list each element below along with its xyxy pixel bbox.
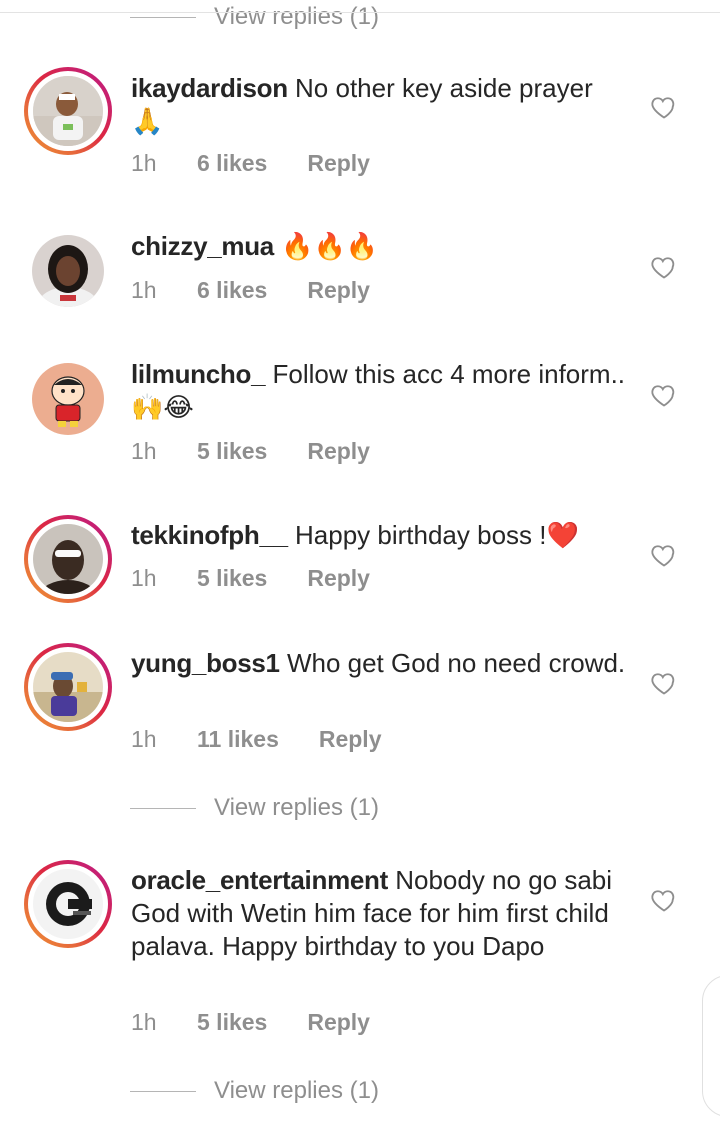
comment-time: 1h (131, 150, 157, 176)
comment-text: 🔥🔥🔥 (281, 232, 379, 262)
comment-time: 1h (131, 438, 157, 464)
comment-likes[interactable]: 6 likes (197, 277, 267, 304)
comment-time: 1h (131, 277, 157, 303)
view-replies-label[interactable]: View replies (1) (214, 1077, 379, 1105)
heart-outline-icon[interactable] (650, 381, 678, 409)
comment-meta: 1h 5 likes Reply (131, 565, 370, 592)
replies-divider-line (130, 1090, 196, 1092)
comment-body: oracle_entertainment Nobody no go sabi G… (131, 864, 631, 963)
comment-username[interactable]: ikaydardison (131, 73, 288, 103)
comment-body: tekkinofph__ Happy birthday boss !❤️ (131, 519, 631, 552)
comment-time: 1h (131, 565, 157, 591)
comment-time: 1h (131, 1009, 157, 1035)
reply-button[interactable]: Reply (307, 150, 370, 177)
heart-outline-icon[interactable] (650, 93, 678, 121)
comment-text: Happy birthday boss !❤️ (295, 520, 579, 550)
avatar[interactable] (24, 515, 112, 603)
reply-button[interactable]: Reply (307, 438, 370, 465)
heart-outline-icon[interactable] (650, 669, 678, 697)
avatar[interactable] (24, 67, 112, 155)
view-replies[interactable]: View replies (1) (130, 791, 379, 825)
header-divider (0, 12, 720, 13)
comment-meta: 1h 5 likes Reply (131, 438, 370, 465)
avatar[interactable] (32, 363, 104, 435)
heart-outline-icon[interactable] (650, 541, 678, 569)
comment-meta: 1h 5 likes Reply (131, 1009, 370, 1036)
heart-outline-icon[interactable] (650, 253, 678, 281)
comment-username[interactable]: chizzy_mua (131, 231, 274, 261)
comment-meta: 1h 6 likes Reply (131, 277, 370, 304)
comment-username[interactable]: yung_boss1 (131, 648, 280, 678)
comment-body: chizzy_mua 🔥🔥🔥 (131, 230, 631, 264)
reply-button[interactable]: Reply (307, 1009, 370, 1036)
view-replies-label[interactable]: View replies (1) (214, 794, 379, 822)
comment-body: lilmuncho_ Follow this acc 4 more inform… (131, 358, 631, 424)
reply-button[interactable]: Reply (307, 565, 370, 592)
avatar[interactable] (24, 860, 112, 948)
comment-time: 1h (131, 726, 157, 752)
comment-likes[interactable]: 5 likes (197, 565, 267, 592)
avatar[interactable] (24, 643, 112, 731)
view-replies-label[interactable]: View replies (1) (214, 3, 379, 31)
comment-username[interactable]: lilmuncho_ (131, 359, 266, 389)
reply-button[interactable]: Reply (307, 277, 370, 304)
replies-divider-line (130, 16, 196, 18)
comment-username[interactable]: oracle_entertainment (131, 865, 388, 895)
comment-likes[interactable]: 6 likes (197, 150, 267, 177)
floating-panel-edge (702, 975, 720, 1117)
heart-outline-icon[interactable] (650, 886, 678, 914)
comment-meta: 1h 6 likes Reply (131, 150, 370, 177)
reply-button[interactable]: Reply (319, 726, 382, 753)
comment-text: Who get God no need crowd. (286, 648, 626, 678)
replies-divider-line (130, 807, 196, 809)
comment-likes[interactable]: 5 likes (197, 438, 267, 465)
comment-body: ikaydardison No other key aside prayer 🙏 (131, 72, 631, 138)
comments-screen: View replies (1) ikaydardison No other k… (0, 0, 720, 1133)
comment-username[interactable]: tekkinofph__ (131, 520, 288, 550)
avatar[interactable] (32, 235, 104, 307)
view-replies[interactable]: View replies (1) (130, 1074, 379, 1108)
comment-likes[interactable]: 5 likes (197, 1009, 267, 1036)
view-replies-top[interactable]: View replies (1) (130, 0, 379, 34)
comment-likes[interactable]: 11 likes (197, 726, 279, 753)
comment-meta: 1h 11 likes Reply (131, 726, 382, 753)
comment-body: yung_boss1 Who get God no need crowd. (131, 647, 631, 680)
